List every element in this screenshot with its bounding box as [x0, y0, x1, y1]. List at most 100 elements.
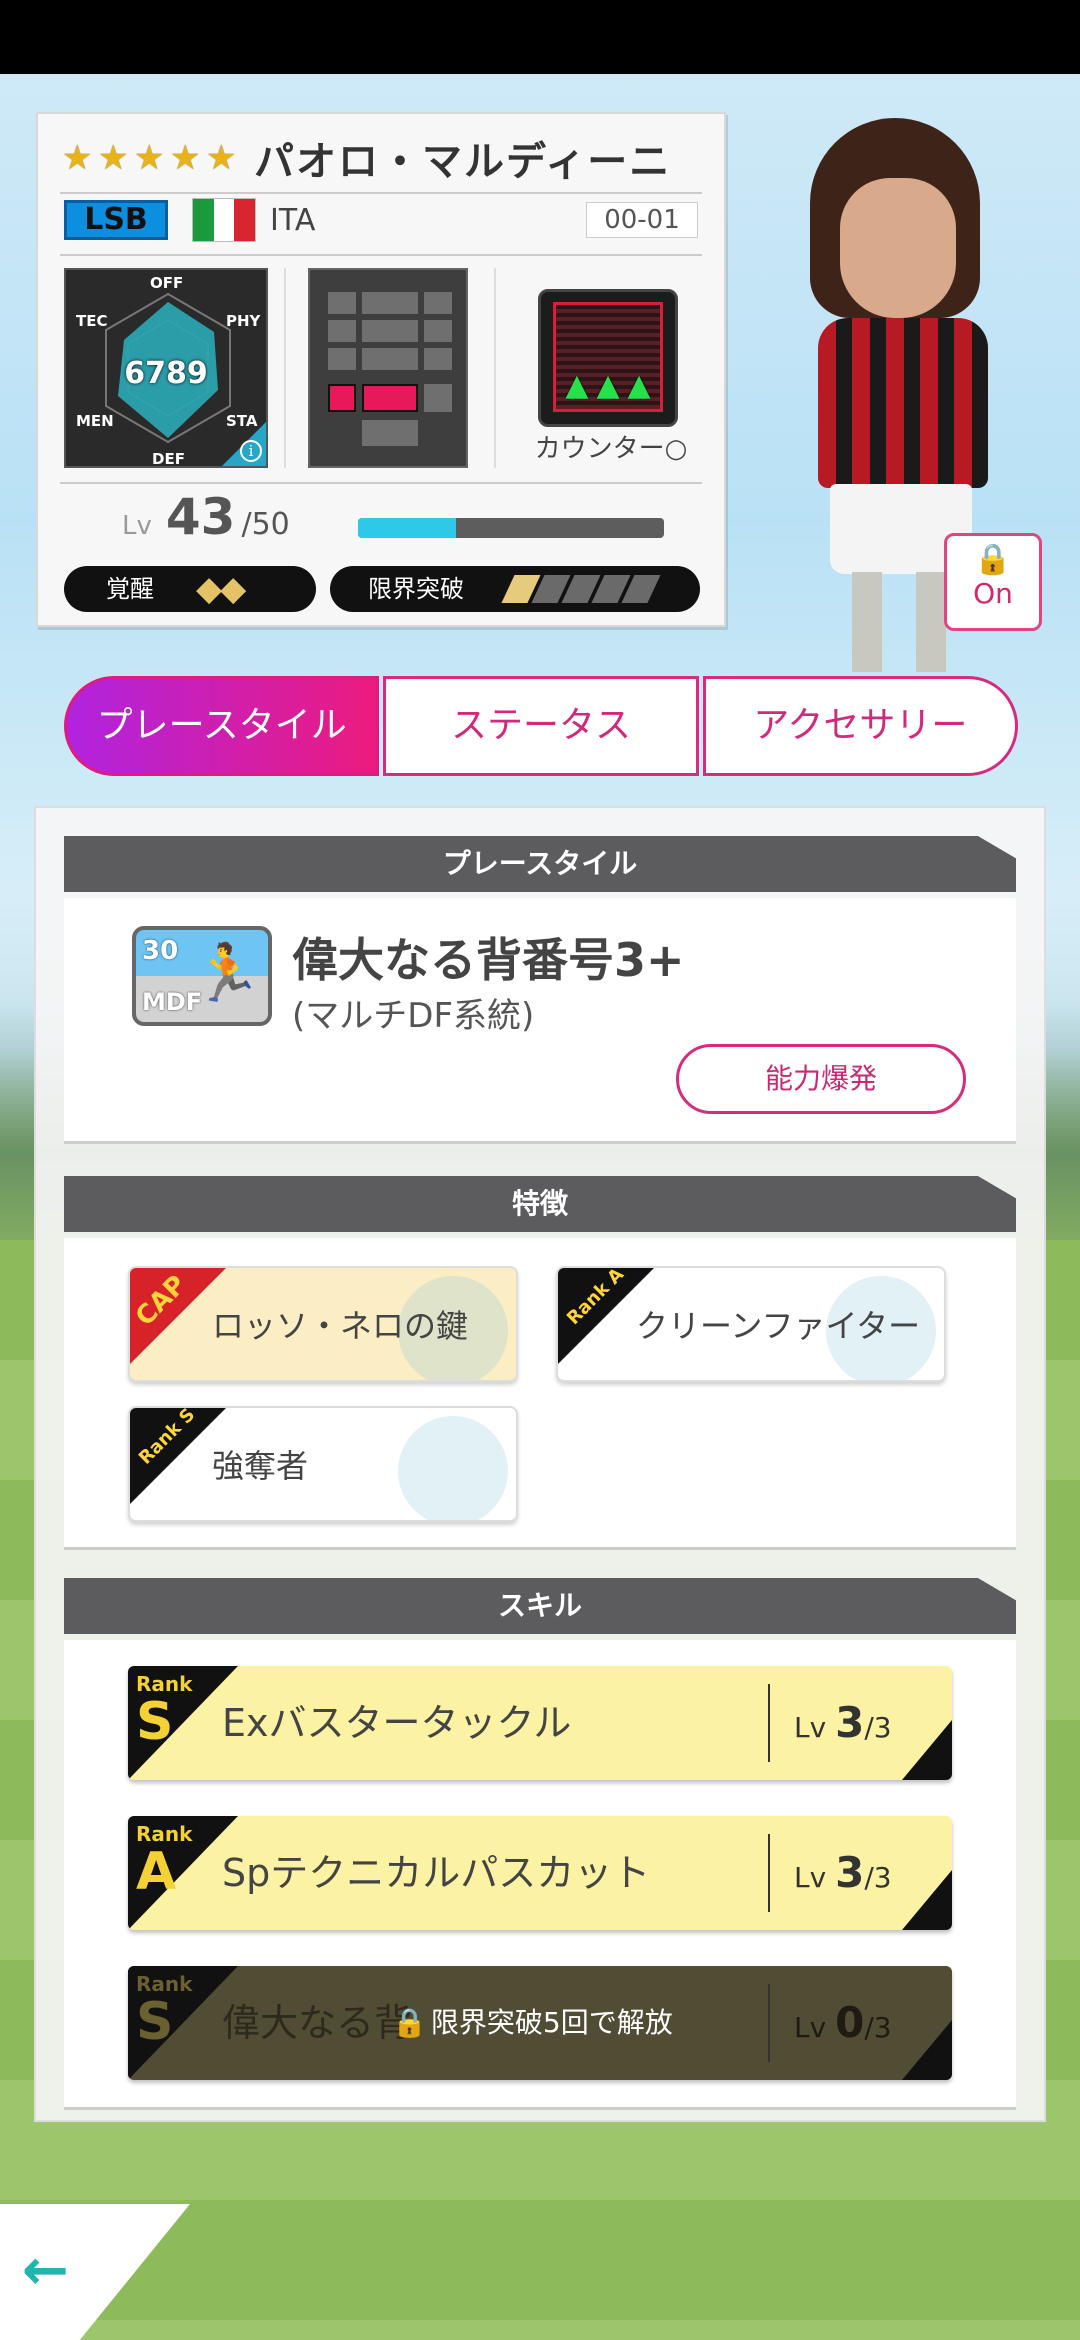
divider: [494, 268, 496, 468]
player-name: パオロ・マルディーニ: [254, 139, 672, 185]
back-arrow-icon: ←: [22, 2238, 69, 2303]
detail-panel: プレースタイル 30 MDF 🏃 偉大なる背番号3+ (マルチDF系統) 能力爆…: [34, 806, 1046, 2122]
level-max: /50: [241, 507, 290, 542]
skill-row-locked[interactable]: Rank S 偉大なる背 🔒 限界突破5回で解放 Lv 0/3: [128, 1966, 952, 2080]
awaken-diamond-icon: ◆◆: [196, 569, 246, 609]
divider: [768, 1684, 770, 1762]
pos-cell: [362, 292, 418, 314]
lock-toggle-button[interactable]: 🔒 On: [944, 533, 1042, 631]
skill-level: Lv 3/3: [794, 1848, 892, 1897]
pos-cell: [328, 348, 356, 370]
avatar-leg: [852, 572, 882, 672]
pos-cell: [424, 348, 452, 370]
skill-level: Lv 3/3: [794, 1698, 892, 1747]
nation-label: ITA: [270, 202, 316, 238]
overall-rating: 6789: [124, 356, 208, 391]
skill-lock-notice: 🔒 限界突破5回で解放: [392, 2006, 673, 2039]
arrow-up-icon: ▲: [596, 368, 620, 403]
counter-grid: ▲ ▲ ▲: [553, 302, 663, 412]
star-icon: ★: [134, 138, 165, 178]
exp-bar: [358, 518, 664, 538]
arrow-up-icon: ▲: [627, 368, 651, 403]
tab-playstyle[interactable]: プレースタイル: [64, 676, 380, 776]
pos-cell: [424, 292, 452, 314]
skill-row[interactable]: Rank S Exバスタータックル Lv 3/3: [128, 1666, 952, 1780]
playstyle-header: プレースタイル: [64, 836, 1016, 892]
trait-label: クリーンファイター: [636, 1307, 921, 1345]
divider: [284, 268, 286, 468]
player-card: ★ ★ ★ ★ ★ パオロ・マルディーニ LSB ITA 00-01 OFF P…: [36, 112, 726, 627]
exp-fill: [358, 518, 456, 538]
divider: [60, 254, 702, 256]
pos-cell: [424, 384, 452, 412]
pos-cell: [424, 320, 452, 342]
trait-card[interactable]: CAP ロッソ・ネロの鍵: [128, 1266, 518, 1382]
playstyle-icon-number: 30: [142, 936, 179, 966]
card-number: 00-01: [586, 202, 698, 238]
playstyle-icon: 30 MDF 🏃: [132, 926, 272, 1026]
info-icon[interactable]: i: [240, 440, 262, 462]
pos-cell-active: [328, 384, 356, 412]
lock-toggle-label: On: [973, 577, 1013, 610]
avatar-leg: [916, 572, 946, 672]
star-icon: ★: [206, 138, 237, 178]
counter-arrows: ▲ ▲ ▲: [556, 371, 660, 401]
skill-row[interactable]: Rank A Spテクニカルパスカット Lv 3/3: [128, 1816, 952, 1930]
pos-cell: [362, 320, 418, 342]
ability-burst-button[interactable]: 能力爆発: [676, 1044, 966, 1114]
level-label: Lv: [122, 511, 152, 541]
skill-name: 偉大なる背: [222, 2001, 413, 2045]
pos-cell: [362, 420, 418, 446]
skill-rank: A: [136, 1842, 177, 1902]
pos-cell: [328, 320, 356, 342]
skill-rank: S: [136, 1992, 174, 2052]
traits-header: 特徴: [64, 1176, 1016, 1232]
counter-label: カウンター○: [534, 434, 688, 464]
pos-cell-active: [362, 384, 418, 412]
awaken-pill: 覚醒 ◆◆: [64, 566, 316, 612]
skill-rank: S: [136, 1692, 174, 1752]
skill-level: Lv 0/3: [794, 1998, 892, 2047]
radar-label-off: OFF: [150, 274, 184, 292]
divider: [768, 1834, 770, 1912]
limit-break-label: 限界突破: [368, 575, 464, 603]
runner-icon: 🏃: [192, 941, 262, 1006]
star-icon: ★: [170, 138, 201, 178]
rarity-stars: ★ ★ ★ ★ ★: [62, 141, 240, 175]
name-row: ★ ★ ★ ★ ★ パオロ・マルディーニ: [62, 128, 671, 188]
counter-tactic-icon[interactable]: ▲ ▲ ▲: [538, 289, 678, 427]
star-icon: ★: [62, 138, 93, 178]
position-map: [308, 268, 468, 468]
limit-break-pill: 限界突破: [330, 566, 700, 612]
trait-label: ロッソ・ネロの鍵: [212, 1307, 469, 1345]
playstyle-subtitle: (マルチDF系統): [292, 996, 535, 1036]
lock-icon: 🔒: [392, 2006, 427, 2039]
divider: [60, 482, 702, 484]
trait-card[interactable]: Rank A クリーンファイター: [556, 1266, 946, 1382]
position-badge: LSB: [64, 200, 168, 240]
playstyle-title: 偉大なる背番号3+: [292, 933, 685, 987]
radar-label-tec: TEC: [76, 312, 108, 330]
awaken-label: 覚醒: [106, 575, 154, 603]
star-icon: ★: [98, 138, 129, 178]
trait-label: 強奪者: [212, 1447, 309, 1485]
stat-radar[interactable]: OFF PHY STA DEF MEN TEC 6789 i: [64, 268, 268, 468]
skill-name: Spテクニカルパスカット: [222, 1851, 651, 1895]
level-row: Lv 43 /50: [122, 488, 290, 546]
tab-accessory[interactable]: アクセサリー: [702, 676, 1018, 776]
position-row: LSB ITA 00-01: [64, 194, 698, 246]
italy-flag-icon: [192, 198, 256, 242]
radar-label-phy: PHY: [226, 312, 261, 330]
arrow-up-icon: ▲: [565, 368, 589, 403]
level-value: 43: [165, 488, 236, 546]
trait-card[interactable]: Rank S 強奪者: [128, 1406, 518, 1522]
ball-icon: [398, 1416, 508, 1520]
skill-name: Exバスタータックル: [222, 1701, 572, 1745]
avatar-shirt: [818, 318, 988, 488]
limit-break-slots: [501, 575, 661, 603]
lock-icon: 🔒: [974, 542, 1012, 577]
skills-header: スキル: [64, 1578, 1016, 1634]
pos-cell: [328, 292, 356, 314]
tab-status[interactable]: ステータス: [383, 676, 699, 776]
radar-label-def: DEF: [152, 450, 185, 468]
